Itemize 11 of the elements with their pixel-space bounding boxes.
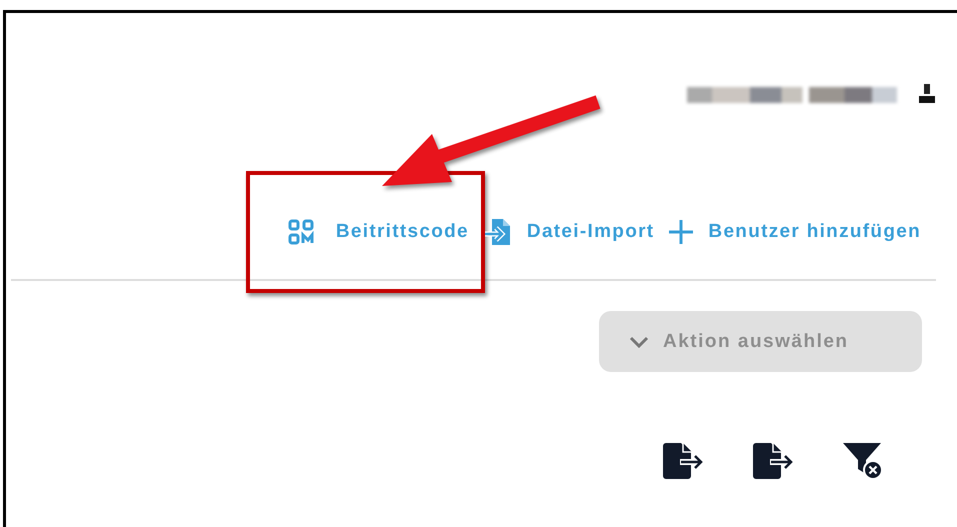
qr-code-icon [288, 219, 314, 245]
chevron-down-icon [629, 336, 649, 348]
plus-icon [668, 219, 694, 245]
file-export-icon[interactable] [751, 442, 795, 480]
file-export-icon[interactable] [661, 442, 705, 480]
toolbar-link[interactable]: Datei-Import [482, 217, 654, 247]
action-dropdown[interactable]: Aktion auswählen [599, 311, 922, 372]
file-import-icon [482, 217, 513, 247]
toolbar-link[interactable]: Benutzer hinzufügen [668, 219, 921, 245]
toolbar-link[interactable]: Beitrittscode [288, 219, 469, 245]
user-icon [919, 84, 935, 106]
